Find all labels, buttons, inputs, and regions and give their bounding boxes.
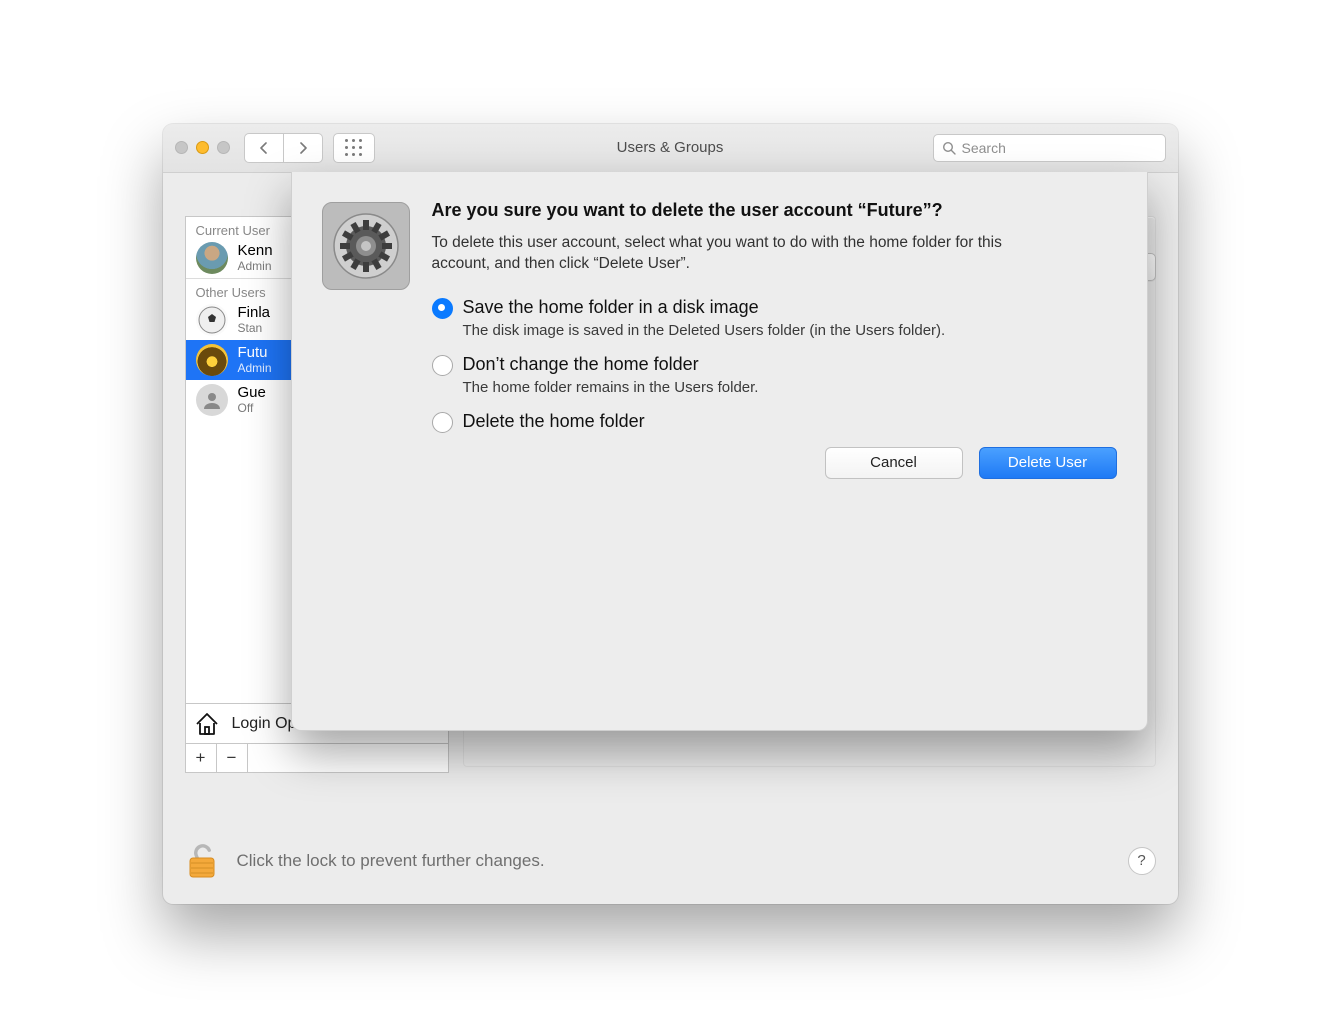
delete-user-dialog: Are you sure you want to delete the user…: [291, 172, 1148, 731]
lock-button[interactable]: [185, 841, 219, 881]
nav-forward-button[interactable]: [283, 133, 323, 163]
user-name: Kenn: [238, 242, 273, 259]
search-icon: [942, 141, 956, 155]
user-role: Stan: [238, 321, 271, 335]
system-preferences-icon: [322, 202, 410, 290]
sidebar-footer: + −: [186, 743, 448, 772]
cancel-label: Cancel: [870, 454, 917, 471]
house-icon: [194, 711, 220, 737]
user-name: Futu: [238, 344, 272, 361]
user-name: Gue: [238, 384, 266, 401]
avatar: [196, 344, 228, 376]
gear-icon: [331, 211, 401, 281]
lock-text: Click the lock to prevent further change…: [237, 851, 545, 871]
dialog-title: Are you sure you want to delete the user…: [432, 198, 992, 222]
nav-back-button[interactable]: [244, 133, 283, 163]
person-icon: [201, 389, 223, 411]
soccer-ball-icon: [198, 306, 226, 334]
chevron-left-icon: [259, 142, 269, 154]
radio-button[interactable]: [432, 412, 453, 433]
cancel-button[interactable]: Cancel: [825, 447, 963, 479]
delete-user-label: Delete User: [1008, 454, 1087, 471]
chevron-right-icon: [298, 142, 308, 154]
dialog-option-0[interactable]: Save the home folder in a disk image The…: [432, 296, 1117, 339]
search-placeholder: Search: [962, 140, 1006, 156]
search-field[interactable]: Search: [933, 134, 1166, 162]
preferences-window: Users & Groups Search Current User Kenn …: [163, 124, 1178, 904]
option-label: Save the home folder in a disk image: [463, 296, 946, 318]
delete-user-button[interactable]: Delete User: [979, 447, 1117, 479]
radio-button[interactable]: [432, 298, 453, 319]
add-user-button[interactable]: +: [186, 744, 217, 772]
help-button[interactable]: ?: [1128, 847, 1156, 875]
dialog-description: To delete this user account, select what…: [432, 232, 1012, 274]
nav-group: [244, 133, 323, 163]
unlocked-lock-icon: [185, 841, 219, 881]
grid-icon: [345, 139, 363, 157]
remove-user-button[interactable]: −: [217, 744, 248, 772]
user-role: Off: [238, 401, 266, 415]
dialog-option-2[interactable]: Delete the home folder: [432, 410, 1117, 433]
dialog-option-1[interactable]: Don’t change the home folder The home fo…: [432, 353, 1117, 396]
lock-row: Click the lock to prevent further change…: [185, 840, 1156, 882]
user-role: Admin: [238, 259, 273, 273]
avatar: [196, 242, 228, 274]
show-all-prefs-button[interactable]: [333, 133, 375, 163]
user-role: Admin: [238, 361, 272, 375]
avatar: [196, 384, 228, 416]
window-controls: [175, 141, 230, 154]
close-window-button[interactable]: [175, 141, 188, 154]
dialog-options: Save the home folder in a disk image The…: [432, 296, 1117, 433]
option-desc: The disk image is saved in the Deleted U…: [463, 322, 946, 339]
option-label: Don’t change the home folder: [463, 353, 759, 375]
titlebar: Users & Groups Search: [163, 124, 1178, 173]
avatar: [196, 304, 228, 336]
minimize-window-button[interactable]: [196, 141, 209, 154]
radio-button[interactable]: [432, 355, 453, 376]
option-desc: The home folder remains in the Users fol…: [463, 379, 759, 396]
option-label: Delete the home folder: [463, 410, 645, 432]
zoom-window-button[interactable]: [217, 141, 230, 154]
user-name: Finla: [238, 304, 271, 321]
